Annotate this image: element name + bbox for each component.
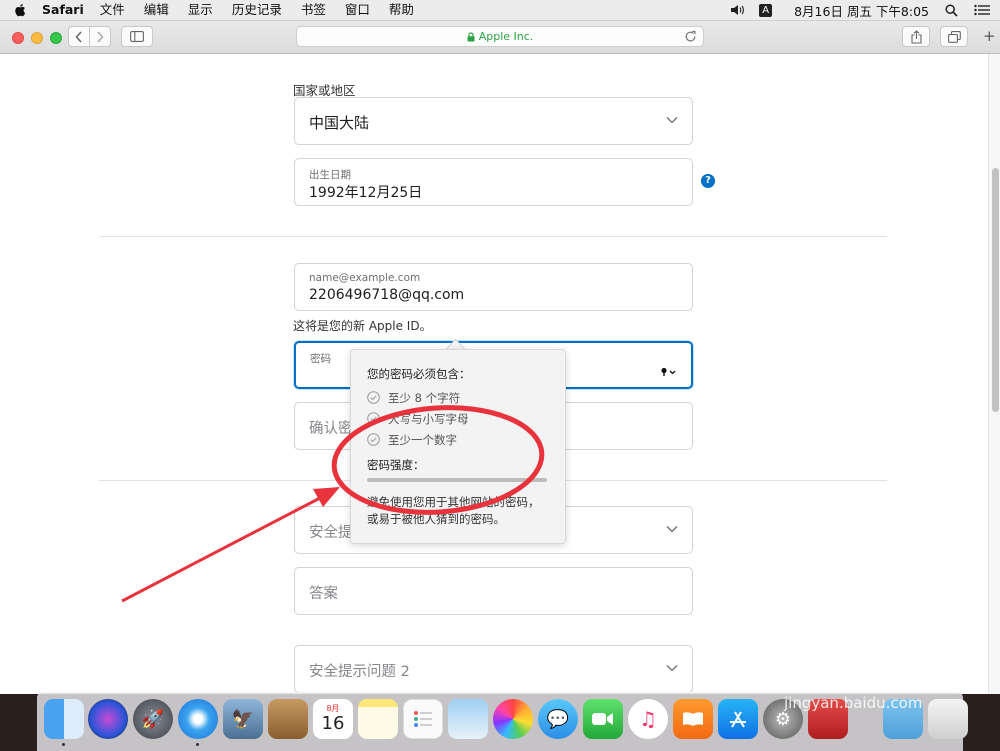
chevron-down-icon [666, 117, 678, 124]
lock-icon [467, 31, 475, 41]
country-select[interactable]: 中国大陆 [294, 97, 693, 145]
preview-icon[interactable] [448, 699, 488, 739]
launchpad-icon[interactable]: 🚀 [133, 699, 173, 739]
security-question-2-placeholder: 安全提示问题 2 [309, 664, 410, 680]
help-icon[interactable]: ? [701, 174, 715, 188]
confirm-password-placeholder: 确认密 [309, 421, 353, 437]
sidebar-button[interactable] [121, 26, 153, 47]
siri-icon[interactable] [88, 699, 128, 739]
chevron-left-icon [75, 30, 82, 43]
password-label: 密码 [310, 353, 331, 365]
key-icon[interactable] [661, 367, 677, 377]
answer-field[interactable]: 答案 [294, 567, 693, 615]
security-question-1-placeholder: 安全提 [309, 525, 353, 541]
list-icon [414, 711, 432, 727]
menu-clock[interactable]: 8月16日 周五 下午8:05 [794, 1, 929, 20]
menu-window[interactable]: 窗口 [345, 0, 370, 20]
menu-app-safari[interactable]: Safari [42, 0, 84, 20]
running-indicator [62, 743, 65, 746]
books-icon[interactable] [673, 699, 713, 739]
chevron-down-icon [666, 526, 678, 533]
chevron-down-icon [666, 665, 678, 672]
menu-help[interactable]: 帮助 [389, 0, 414, 20]
music-icon[interactable]: ♫ [628, 699, 668, 739]
password-requirements-popover: 您的密码必须包含： 至少 8 个字符 大写与小写字母 至少一个数字 密码强度： … [350, 349, 566, 544]
notification-center-icon[interactable] [974, 4, 990, 16]
sidebar-icon [130, 31, 144, 42]
requirement-label: 大写与小写字母 [388, 411, 469, 426]
email-field[interactable]: name@example.com 2206496718@qq.com [294, 263, 693, 311]
check-circle-icon [367, 433, 380, 446]
menu-view[interactable]: 显示 [188, 0, 213, 20]
video-camera-icon [592, 713, 613, 725]
forward-button[interactable] [89, 26, 111, 47]
address-bar[interactable]: Apple Inc. [296, 26, 704, 47]
facetime-icon[interactable] [583, 699, 623, 739]
watermark-logo-text: Baidu经验 [768, 646, 953, 686]
strength-title: 密码强度： [367, 458, 425, 472]
show-tabs-button[interactable] [940, 26, 968, 47]
finder-icon[interactable] [44, 699, 84, 739]
section-divider [99, 236, 887, 237]
app-store-a-icon [730, 711, 746, 728]
birthday-label: 出生日期 [309, 169, 351, 181]
running-indicator [196, 743, 199, 746]
volume-icon[interactable] [730, 4, 745, 16]
notes-icon[interactable] [358, 699, 398, 739]
new-tab-plus-icon[interactable]: + [983, 29, 996, 44]
minimize-window-button[interactable] [31, 32, 43, 44]
back-button[interactable] [68, 26, 90, 47]
tabs-overview-icon [947, 30, 961, 43]
apple-id-note: 这将是您的新 Apple ID。 [293, 319, 432, 333]
email-label: name@example.com [309, 272, 421, 284]
requirement-label: 至少一个数字 [388, 432, 457, 447]
fullscreen-window-button[interactable] [50, 32, 62, 44]
reload-icon[interactable] [684, 30, 697, 43]
birthday-value: 1992年12月25日 [309, 185, 423, 201]
safari-toolbar: Apple Inc. + [0, 21, 1000, 54]
apple-logo-icon[interactable] [14, 3, 28, 17]
app-store-icon[interactable] [718, 699, 758, 739]
address-text: Apple Inc. [478, 30, 534, 43]
baidu-watermark: Baidu经验 jingyan.baidu.com [768, 638, 978, 728]
share-button[interactable] [902, 26, 930, 47]
check-circle-icon [367, 391, 380, 404]
reminders-icon[interactable] [403, 699, 443, 739]
country-value: 中国大陆 [309, 114, 370, 132]
requirement-item: 至少一个数字 [367, 429, 549, 450]
close-window-button[interactable] [12, 32, 24, 44]
email-value: 2206496718@qq.com [309, 287, 465, 303]
mail-eagle-icon[interactable]: 🦅 [223, 699, 263, 739]
contacts-icon[interactable] [268, 699, 308, 739]
messages-icon[interactable]: 💬 [538, 699, 578, 739]
requirements-title: 您的密码必须包含： [367, 367, 471, 381]
spotlight-search-icon[interactable] [945, 3, 958, 17]
birthday-field[interactable]: 出生日期 1992年12月25日 [294, 158, 693, 206]
answer-placeholder: 答案 [309, 586, 338, 602]
password-hint: 避免使用您用于其他网站的密码，或易于被他人猜到的密码。 [367, 495, 540, 526]
scrollbar-thumb[interactable] [992, 168, 999, 412]
requirement-item: 大写与小写字母 [367, 408, 549, 429]
chevron-right-icon [97, 30, 104, 43]
watermark-url: jingyan.baidu.com [784, 694, 923, 712]
calendar-icon[interactable]: 8月 16 [313, 699, 353, 739]
requirement-label: 至少 8 个字符 [388, 390, 461, 405]
safari-icon[interactable] [178, 699, 218, 739]
menu-file[interactable]: 文件 [100, 0, 125, 20]
strength-meter [367, 478, 547, 482]
page-scrollbar[interactable] [988, 54, 1000, 694]
input-method-icon[interactable]: A [759, 3, 773, 17]
open-book-icon [683, 712, 703, 726]
requirement-item: 至少 8 个字符 [367, 387, 549, 408]
check-circle-icon [367, 412, 380, 425]
menu-history[interactable]: 历史记录 [232, 0, 282, 20]
menu-bookmarks[interactable]: 书签 [301, 0, 326, 20]
menu-bar: Safari 文件 编辑 显示 历史记录 书签 窗口 帮助 A 8月16日 周五… [0, 0, 1000, 21]
share-icon [910, 29, 922, 44]
security-question-2-select[interactable]: 安全提示问题 2 [294, 645, 693, 693]
photos-icon[interactable] [493, 699, 533, 739]
calendar-day: 16 [321, 713, 345, 734]
menu-edit[interactable]: 编辑 [144, 0, 169, 20]
